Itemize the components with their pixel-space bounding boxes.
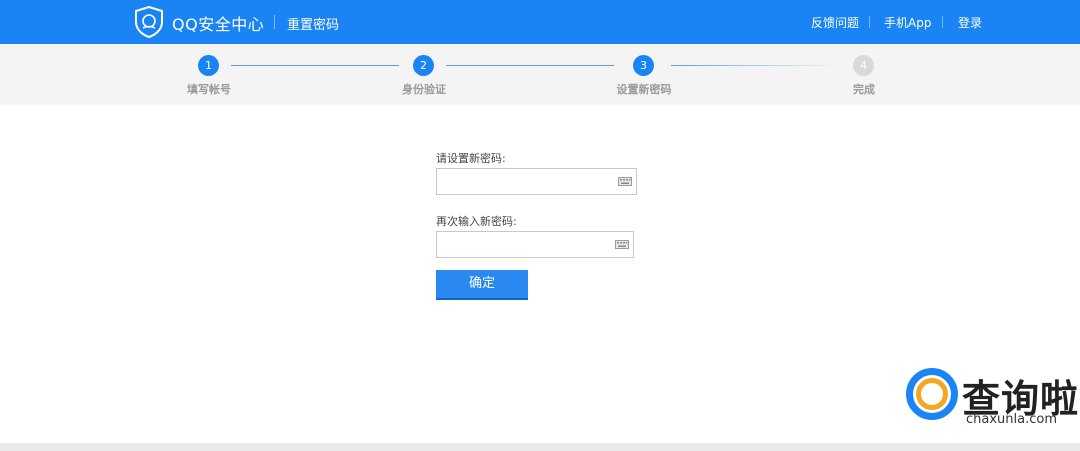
keyboard-icon[interactable] [615, 240, 629, 249]
step-3-indicator: 3 [633, 55, 654, 76]
watermark-inner-ring [916, 378, 948, 410]
step-4-indicator: 4 [853, 55, 874, 76]
step-1-indicator: 1 [198, 55, 219, 76]
nav-feedback[interactable]: 反馈问题 [811, 14, 859, 31]
confirm-password-field[interactable] [436, 231, 634, 258]
new-password-label: 请设置新密码: [436, 152, 506, 165]
nav-divider [869, 16, 870, 28]
brand-name[interactable]: QQ安全中心 [172, 11, 264, 35]
step-connector [671, 65, 839, 66]
keyboard-icon[interactable] [618, 177, 632, 186]
top-header: QQ安全中心 重置密码 反馈问题 手机App 登录 [0, 0, 1080, 44]
step-2-indicator: 2 [413, 55, 434, 76]
step-1-label: 填写帐号 [187, 83, 231, 96]
step-4-label: 完成 [853, 83, 875, 96]
confirm-button[interactable]: 确定 [436, 270, 528, 300]
confirm-password-input[interactable] [437, 232, 633, 257]
footer-bar [0, 443, 1080, 451]
new-password-input[interactable] [437, 169, 636, 194]
nav-mobile-app[interactable]: 手机App [884, 14, 931, 31]
watermark-url: chaxunla.com [966, 412, 1057, 427]
nav-login[interactable]: 登录 [958, 14, 982, 31]
step-2-label: 身份验证 [402, 83, 446, 96]
shield-logo-icon [135, 6, 163, 38]
new-password-field[interactable] [436, 168, 637, 195]
brand-divider [274, 15, 275, 29]
step-connector [231, 65, 399, 66]
page-title: 重置密码 [287, 18, 340, 33]
step-3-label: 设置新密码 [616, 83, 672, 96]
nav-divider [942, 16, 943, 28]
step-connector [446, 65, 614, 66]
progress-steps: 1 填写帐号 2 身份验证 3 设置新密码 4 完成 [0, 44, 1080, 105]
confirm-password-label: 再次输入新密码: [436, 215, 517, 228]
